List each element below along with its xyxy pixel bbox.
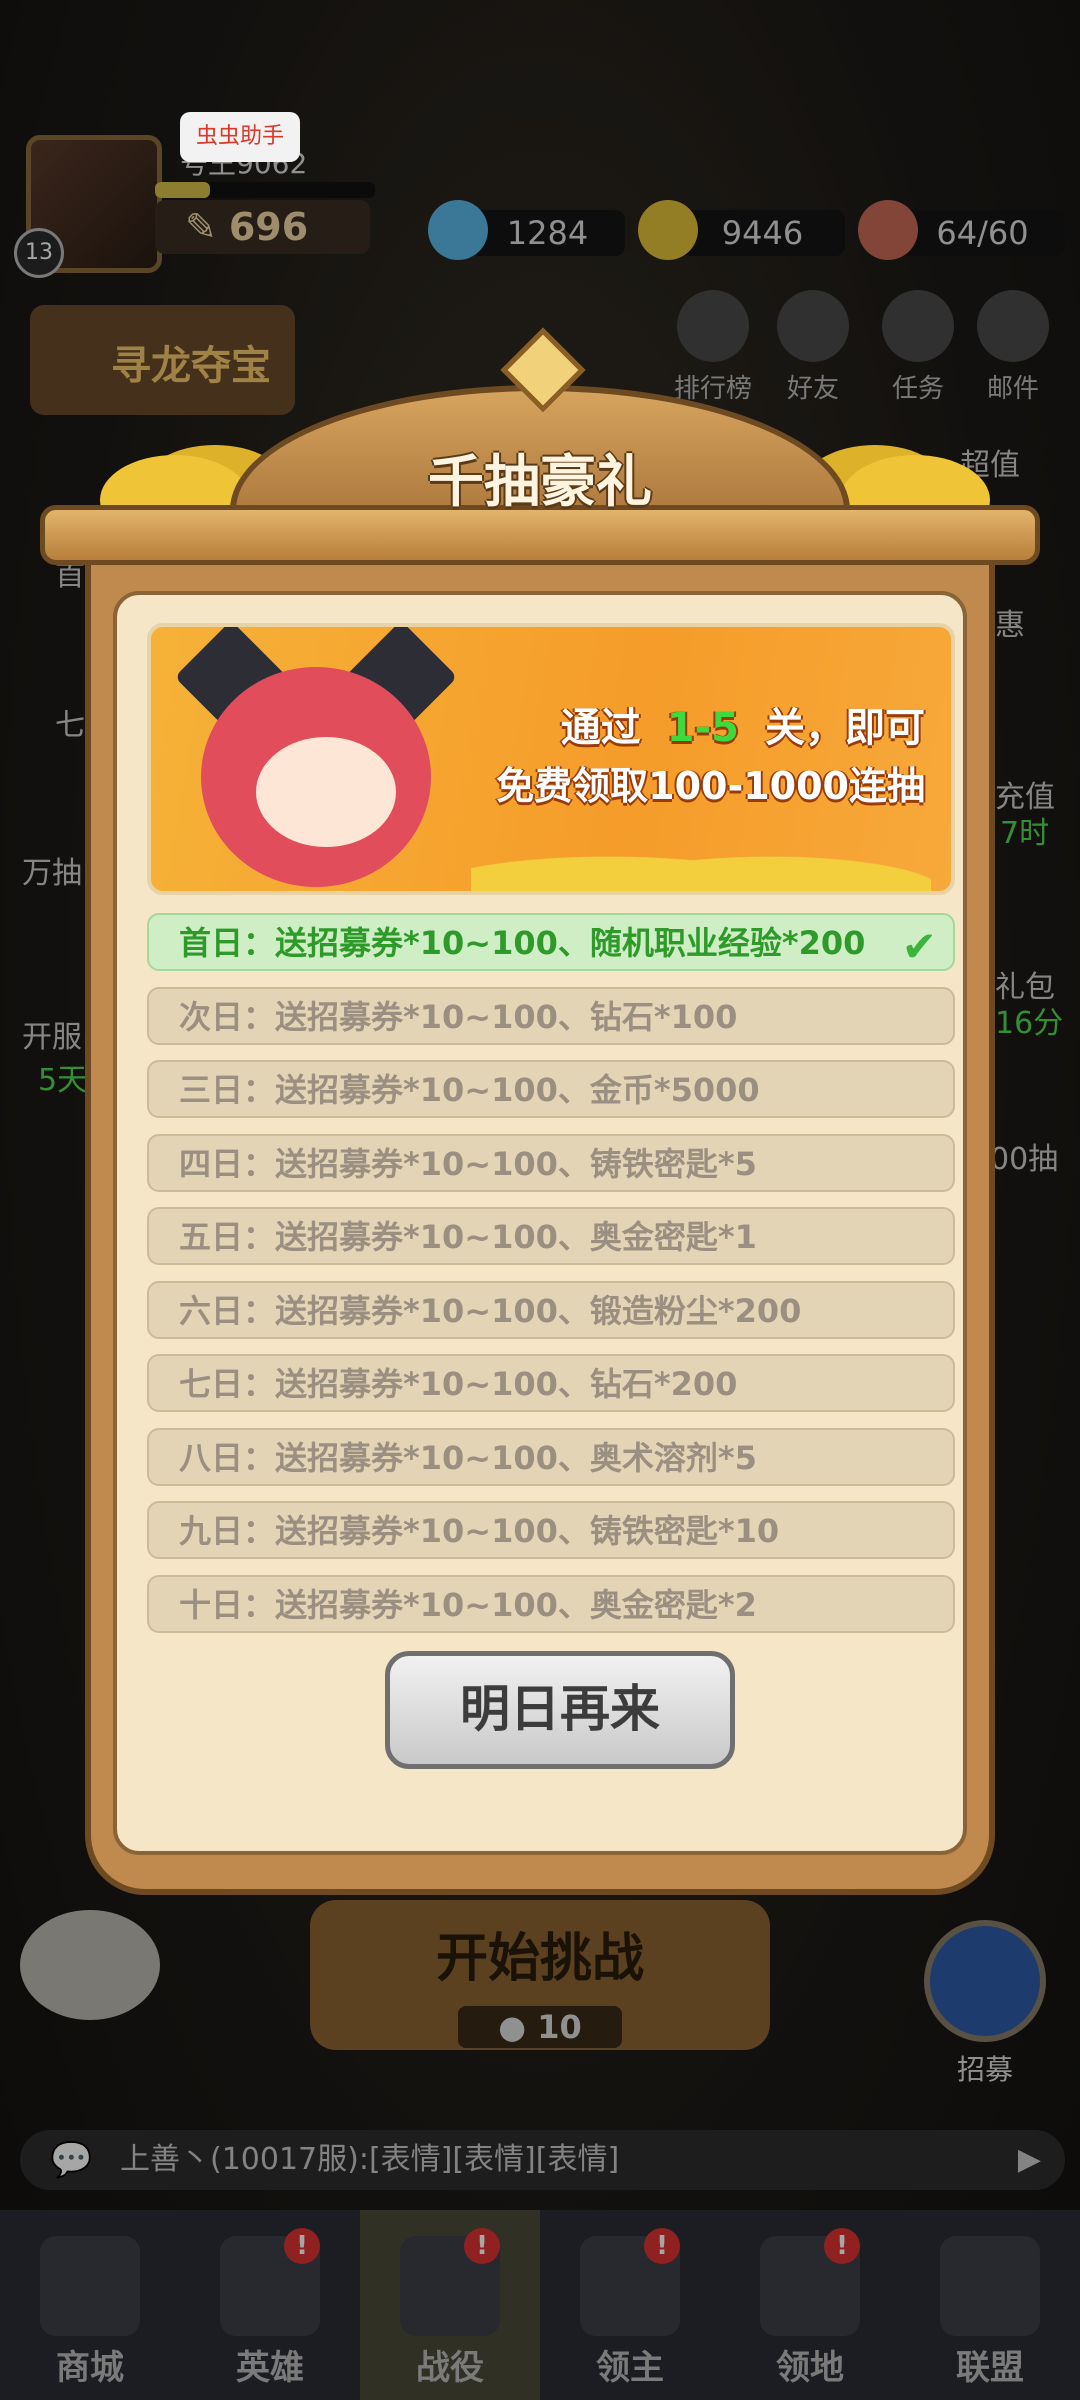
day-reward-1: 首日：送招募券*10~100、随机职业经验*200 ✔ [147,913,955,971]
thousand-draw-gift-popup: 通过 1-5 关，即可 免费领取100-1000连抽 首日：送招募券*10~100、… [40,325,1040,1905]
banner-line-1: 通过 1-5 关，即可 [560,705,925,751]
popup-body-frame: 通过 1-5 关，即可 免费领取100-1000连抽 首日：送招募券*10~100、… [85,555,995,1895]
day-reward-7: 七日：送招募券*10~100、钻石*200 [147,1354,955,1412]
day-reward-6: 六日：送招募券*10~100、锻造粉尘*200 [147,1280,955,1339]
day-reward-2: 次日：送招募券*10~100、钻石*100 [147,986,955,1045]
day-reward-5: 五日：送招募券*10~100、奥金密匙*1 [147,1207,955,1265]
daily-reward-list: 首日：送招募券*10~100、随机职业经验*200 ✔ 次日：送招募券*10~10… [147,913,955,1648]
come-back-tomorrow-button[interactable]: 明日再来 [385,1651,735,1769]
day-reward-4: 四日：送招募券*10~100、铸铁密匙*5 [147,1133,955,1192]
day-reward-10: 十日：送招募券*10~100、奥金密匙*2 [147,1574,955,1633]
promo-banner: 通过 1-5 关，即可 免费领取100-1000连抽 [147,623,955,895]
day-reward-3: 三日：送招募券*10~100、金币*5000 [147,1060,955,1118]
popup-title: 千抽豪礼 [428,450,652,515]
day-reward-8: 八日：送招募券*10~100、奥术溶剂*5 [147,1427,955,1486]
popup-inner-panel: 通过 1-5 关，即可 免费领取100-1000连抽 首日：送招募券*10~100、… [113,591,967,1855]
banner-line-2: 免费领取100-1000连抽 [496,764,925,808]
hero-girl-illustration [161,627,491,887]
checkmark-icon: ✔ [901,922,937,971]
banner-coins-decoration [471,831,931,891]
helper-tag[interactable]: 虫虫助手 [180,112,300,162]
day-reward-9: 九日：送招募券*10~100、铸铁密匙*10 [147,1501,955,1559]
